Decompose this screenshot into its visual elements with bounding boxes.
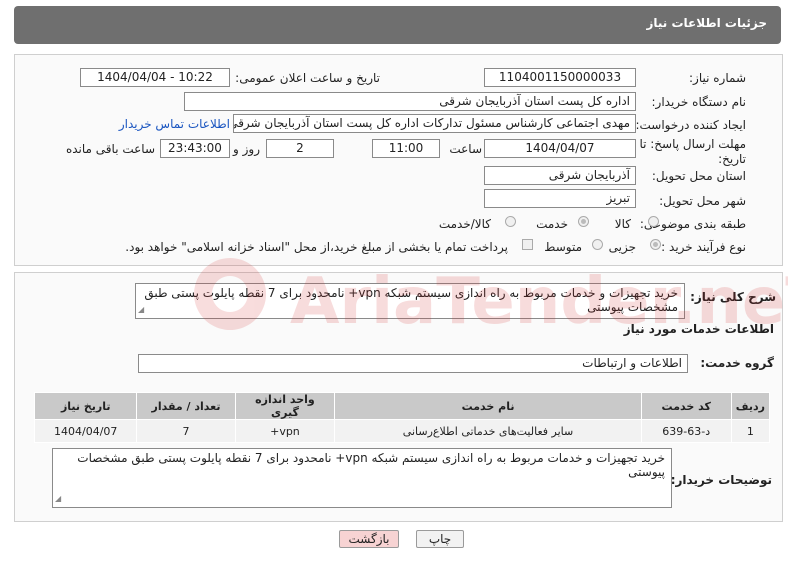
deadline-time-label: ساعت: [449, 142, 482, 156]
remaining-time-label: ساعت باقی مانده: [65, 142, 155, 156]
cell-need-date: 1404/04/07: [33, 419, 138, 443]
need-number-field[interactable]: 1104001150000033: [484, 68, 636, 87]
remaining-days-field[interactable]: 2: [266, 139, 334, 158]
province-label: استان محل تحویل:: [651, 169, 746, 183]
services-table: ردیف کد خدمت نام خدمت واحد اندازه گیری ت…: [33, 392, 771, 443]
process-radio-medium[interactable]: [592, 239, 603, 250]
summary-textarea[interactable]: خرید تجهیزات و خدمات مربوط به راه اندازی…: [135, 283, 685, 319]
col-unit: واحد اندازه گیری: [234, 392, 336, 420]
category-radio-goods[interactable]: [648, 216, 659, 227]
city-field[interactable]: تبریز: [484, 189, 636, 208]
col-row-number: ردیف: [730, 392, 771, 420]
page-header: جزئیات اطلاعات نیاز: [14, 6, 781, 44]
resize-grip-icon[interactable]: ◢: [55, 492, 61, 506]
category-radio-service[interactable]: [578, 216, 589, 227]
cell-row-number: 1: [730, 419, 771, 443]
print-button[interactable]: چاپ: [416, 530, 464, 548]
category-option-goods: کالا: [614, 217, 631, 231]
category-option-goods-service: کالا/خدمت: [438, 217, 491, 231]
resize-grip-icon[interactable]: ◢: [138, 303, 144, 317]
summary-label: شرح کلی نیاز:: [690, 290, 776, 304]
col-need-date: تاریخ نیاز: [33, 392, 138, 420]
deadline-label-line1: مهلت ارسال پاسخ: تا: [639, 137, 746, 151]
process-option-medium: متوسط: [544, 240, 582, 254]
creator-field[interactable]: مهدی اجتماعی کارشناس مسئول تدارکات اداره…: [233, 114, 636, 133]
category-option-service: خدمت: [536, 217, 568, 231]
page-title: جزئیات اطلاعات نیاز: [646, 16, 767, 30]
table-row[interactable]: 1 د-63-639 سایر فعالیت‌های خدماتی اطلاع‌…: [33, 419, 771, 443]
announce-datetime-label: تاریخ و ساعت اعلان عمومی:: [235, 71, 380, 85]
deadline-date-field[interactable]: 1404/04/07: [484, 139, 636, 158]
services-section-title: اطلاعات خدمات مورد نیاز: [623, 322, 774, 336]
col-quantity: تعداد / مقدار: [136, 392, 236, 420]
cell-service-name: سایر فعالیت‌های خدماتی اطلاع‌رسانی: [334, 419, 642, 443]
remaining-days-label: روز و: [233, 142, 260, 156]
summary-text: خرید تجهیزات و خدمات مربوط به راه اندازی…: [144, 286, 678, 314]
buyer-notes-textarea[interactable]: خرید تجهیزات و خدمات مربوط به راه اندازی…: [52, 448, 672, 508]
deadline-label-line2: تاریخ:: [718, 152, 746, 166]
process-radio-minor[interactable]: [650, 239, 661, 250]
col-service-name: نام خدمت: [334, 392, 642, 420]
treasury-payment-checkbox[interactable]: [522, 239, 533, 250]
category-radio-goods-service[interactable]: [505, 216, 516, 227]
buyer-contact-link[interactable]: اطلاعات تماس خریدار: [119, 117, 230, 131]
back-button[interactable]: بازگشت: [339, 530, 399, 548]
cell-quantity: 7: [136, 419, 236, 443]
deadline-time-field[interactable]: 11:00: [372, 139, 440, 158]
city-label: شهر محل تحویل:: [659, 194, 746, 208]
service-group-field[interactable]: اطلاعات و ارتباطات: [138, 354, 688, 373]
services-table-header: ردیف کد خدمت نام خدمت واحد اندازه گیری ت…: [33, 392, 771, 420]
buyer-notes-text: خرید تجهیزات و خدمات مربوط به راه اندازی…: [77, 451, 665, 479]
creator-label: ایجاد کننده درخواست:: [635, 118, 746, 132]
process-type-label: نوع فرآیند خرید :: [661, 240, 746, 254]
service-group-label: گروه خدمت:: [700, 356, 774, 370]
buyer-notes-label: توضیحات خریدار:: [670, 473, 772, 487]
cell-unit: vpn+: [234, 419, 336, 443]
announce-datetime-field[interactable]: 1404/04/04 - 10:22: [80, 68, 230, 87]
remaining-time-field[interactable]: 23:43:00: [160, 139, 230, 158]
need-number-label: شماره نیاز:: [689, 71, 746, 85]
col-service-code: کد خدمت: [640, 392, 732, 420]
buyer-org-label: نام دستگاه خریدار:: [651, 95, 747, 109]
process-option-minor: جزیی: [608, 240, 636, 254]
treasury-payment-note: پرداخت تمام یا بخشی از مبلغ خرید،از محل …: [125, 240, 508, 254]
province-field[interactable]: آذربایجان شرقی: [484, 166, 636, 185]
buyer-org-field[interactable]: اداره کل پست استان آذربایجان شرقی: [184, 92, 636, 111]
cell-service-code: د-63-639: [640, 419, 732, 443]
